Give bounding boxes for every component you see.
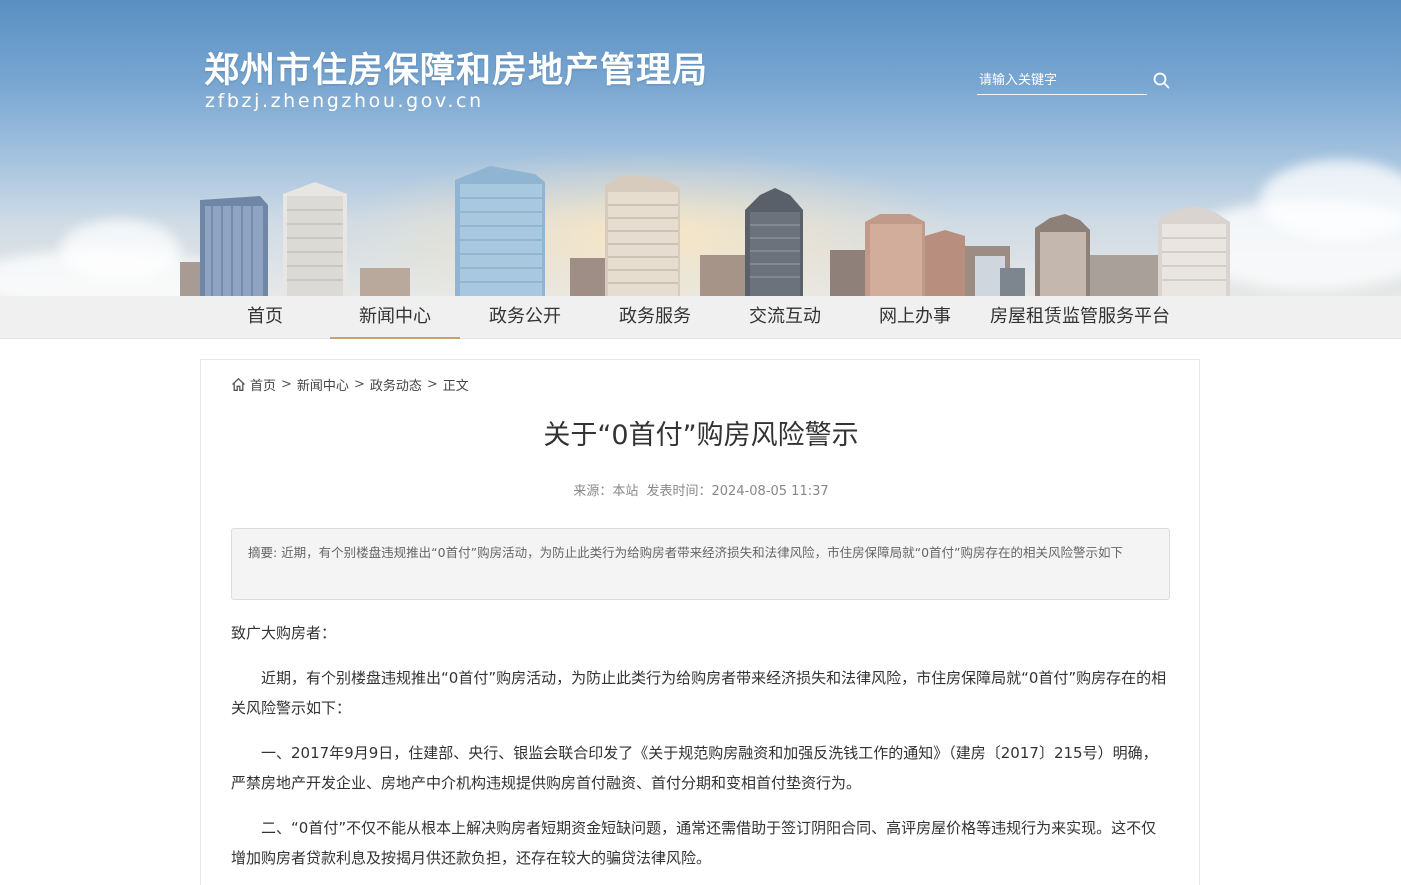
breadcrumb-government-news-link[interactable]: 政务动态 xyxy=(370,375,422,394)
breadcrumb-separator: > xyxy=(281,377,292,392)
breadcrumb-home-link[interactable]: 首页 xyxy=(250,375,276,394)
article-salutation: 致广大购房者： xyxy=(231,624,337,642)
article-publish-time: 发表时间：2024-08-05 11:37 xyxy=(646,484,829,499)
nav-item-government-affairs[interactable]: 政务公开 xyxy=(460,296,590,339)
breadcrumb-separator: > xyxy=(353,377,365,392)
breadcrumb-news-center-link[interactable]: 新闻中心 xyxy=(297,375,349,394)
main-nav: 首页 新闻中心 政务公开 政务服务 交流互动 网上办事 房屋租赁监管服务平台 xyxy=(0,296,1401,339)
site-domain: zfbzj.zhengzhou.gov.cn xyxy=(205,90,484,112)
search-icon[interactable] xyxy=(1153,72,1170,89)
home-icon xyxy=(232,377,245,391)
header-banner: 郑州市住房保障和房地产管理局 zfbzj.zhengzhou.gov.cn xyxy=(0,0,1401,296)
article-meta: 来源：本站 发表时间：2024-08-05 11:37 xyxy=(201,480,1201,499)
article-paragraph: 近期，有个别楼盘违规推出“0首付”购房活动，为防止此类行为给购房者带来经济损失和… xyxy=(231,669,1167,717)
article-title: 关于“0首付”购房风险警示 xyxy=(543,420,859,451)
breadcrumb-current: 正文 xyxy=(442,379,469,394)
site-title: 郑州市住房保障和房地产管理局 xyxy=(204,51,709,91)
nav-item-interaction[interactable]: 交流互动 xyxy=(720,296,850,339)
search-input[interactable] xyxy=(977,66,1147,95)
nav-item-rental-platform[interactable]: 房屋租赁监管服务平台 xyxy=(980,296,1180,339)
article-source: 来源：本站 xyxy=(573,484,639,499)
nav-item-online-services[interactable]: 网上办事 xyxy=(850,296,980,339)
article-summary: 摘要: 近期，有个别楼盘违规推出“0首付”购房活动，为防止此类行为给购房者带来经… xyxy=(231,528,1170,600)
article-paragraph: 二、“0首付”不仅不能从根本上解决购房者短期资金短缺问题，通常还需借助于签订阴阳… xyxy=(231,819,1157,867)
nav-item-government-services[interactable]: 政务服务 xyxy=(590,296,720,339)
nav-item-news-center[interactable]: 新闻中心 xyxy=(330,296,460,339)
nav-item-home[interactable]: 首页 xyxy=(200,296,330,339)
breadcrumb: 首页 > 新闻中心 > 政务动态 > 正文 xyxy=(231,375,469,394)
article-card: 首页 > 新闻中心 > 政务动态 > 正文 关于“0首付”购房风险警示 来源：本… xyxy=(200,359,1200,885)
article-body: 致广大购房者： 近期，有个别楼盘违规推出“0首付”购房活动，为防止此类行为给购房… xyxy=(231,618,1171,885)
search-box xyxy=(977,66,1170,95)
article-paragraph: 一、2017年9月9日，住建部、央行、银监会联合印发了《关于规范购房融资和加强反… xyxy=(231,744,1158,792)
breadcrumb-separator: > xyxy=(426,377,438,392)
main-nav-list: 首页 新闻中心 政务公开 政务服务 交流互动 网上办事 房屋租赁监管服务平台 xyxy=(200,296,1180,339)
